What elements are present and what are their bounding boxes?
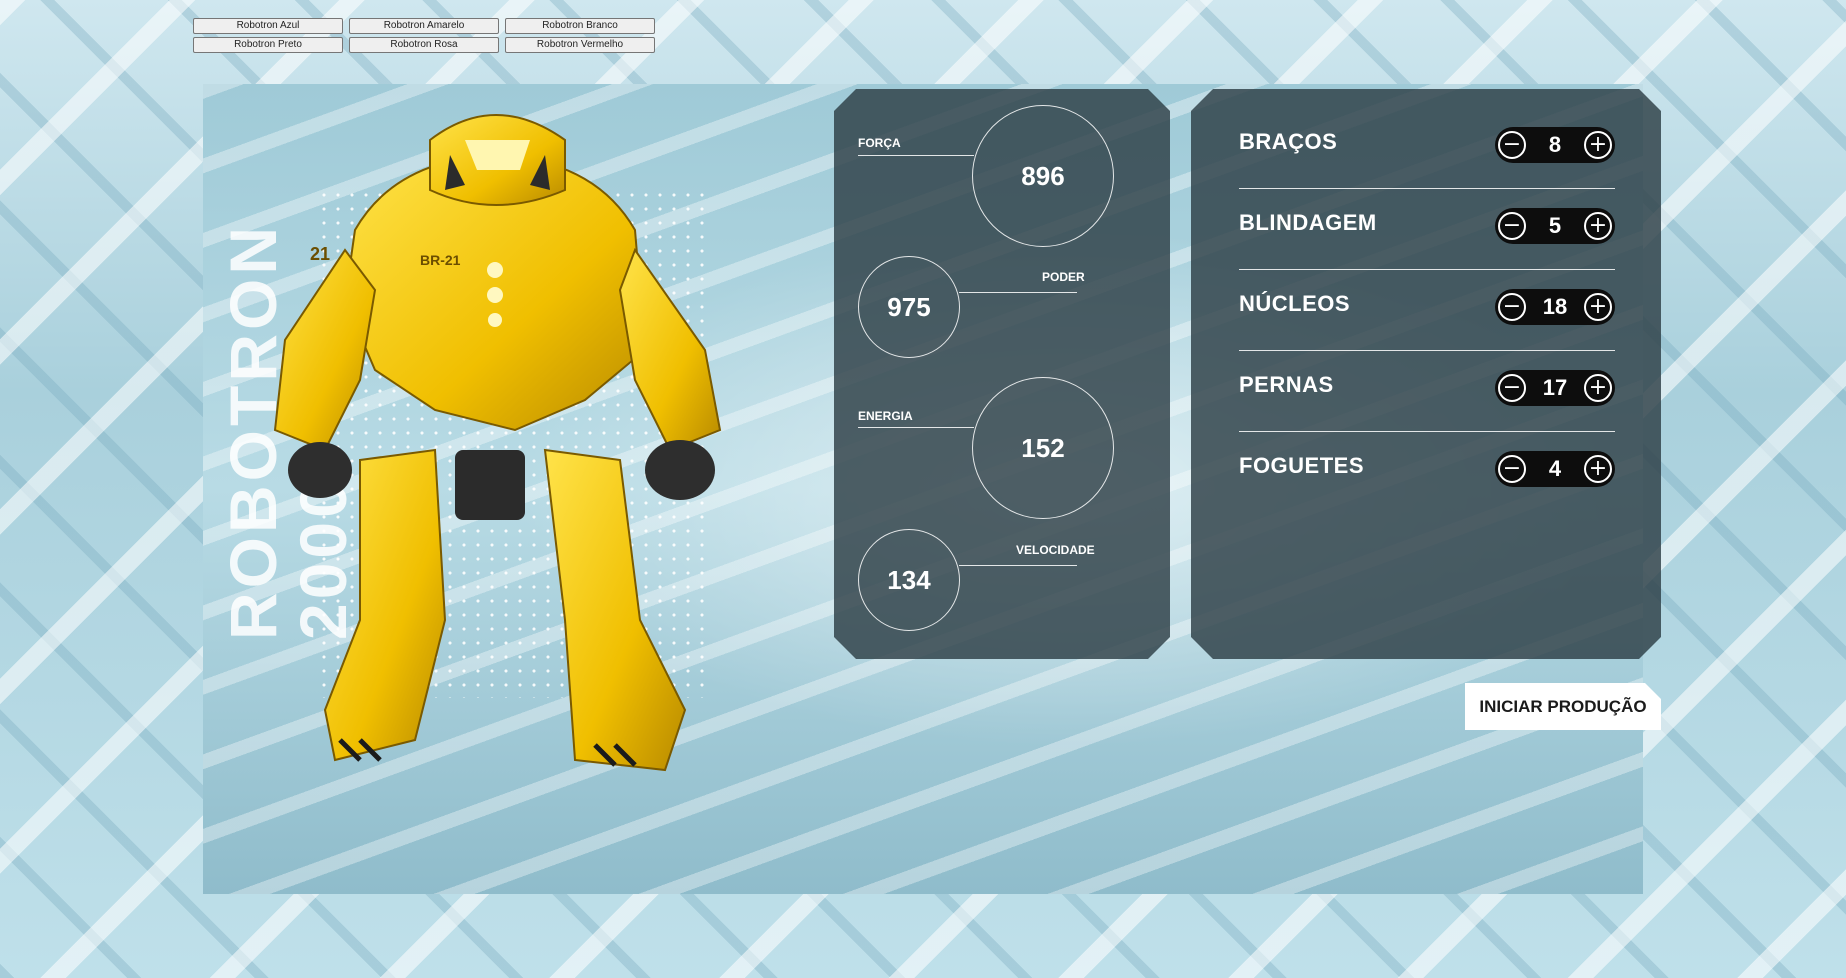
robotron-branco-button[interactable]: Robotron Branco [505,18,655,34]
minus-button[interactable]: − [1498,455,1526,483]
minus-button[interactable]: − [1498,212,1526,240]
stat-energia-circle: 152 [972,377,1114,519]
shoulder-badge: 21 [310,244,330,264]
part-row-nucleos: NÚCLEOS − 18 + [1239,269,1615,351]
part-name: NÚCLEOS [1239,291,1351,316]
stats-panel: FORÇA 896 PODER 975 ENERGIA 152 VELOCIDA… [834,89,1170,659]
part-counter: − 4 + [1495,451,1615,487]
plus-button[interactable]: + [1584,131,1612,159]
start-production-button[interactable]: INICIAR PRODUÇÃO [1465,683,1661,730]
part-row-pernas: PERNAS − 17 + [1239,350,1615,432]
stat-velocidade-label: VELOCIDADE [1016,543,1095,557]
stat-poder-circle: 975 [858,256,960,358]
stat-velocidade-circle: 134 [858,529,960,631]
stat-poder-label: PODER [1042,270,1085,284]
stat-forca-line [858,155,974,156]
stat-energia-line [858,427,974,428]
stat-forca-circle: 896 [972,105,1114,247]
part-counter: − 18 + [1495,289,1615,325]
part-count: 5 [1548,213,1562,238]
robotron-amarelo-button[interactable]: Robotron Amarelo [349,18,499,34]
stat-forca-value: 896 [1021,160,1065,191]
chest-badge: BR-21 [420,252,461,268]
plus-button[interactable]: + [1584,455,1612,483]
part-name: BRAÇOS [1239,129,1338,154]
part-count: 8 [1548,132,1562,157]
parts-panel: BRAÇOS − 8 + BLINDAGEM − 5 + NÚCLEOS − 1… [1191,89,1661,659]
stat-poder-value: 975 [887,291,931,322]
stat-forca-label: FORÇA [858,136,901,150]
part-name: PERNAS [1239,372,1334,397]
stat-velocidade-value: 134 [887,564,931,595]
part-counter: − 17 + [1495,370,1615,406]
part-name: FOGUETES [1239,453,1365,478]
stat-energia-label: ENERGIA [858,409,913,423]
robotron-preto-button[interactable]: Robotron Preto [193,37,343,53]
robotron-azul-button[interactable]: Robotron Azul [193,18,343,34]
minus-button[interactable]: − [1498,131,1526,159]
part-count: 4 [1548,456,1562,481]
part-counter: − 8 + [1495,127,1615,163]
minus-button[interactable]: − [1498,293,1526,321]
plus-button[interactable]: + [1584,374,1612,402]
plus-button[interactable]: + [1584,293,1612,321]
robot-selector: Robotron Azul Robotron Amarelo Robotron … [193,18,655,53]
minus-button[interactable]: − [1498,374,1526,402]
plus-button[interactable]: + [1584,212,1612,240]
part-row-bracos: BRAÇOS − 8 + [1239,107,1615,189]
robot-image: BR-21 21 [273,114,722,772]
part-count: 18 [1542,294,1568,319]
part-row-blindagem: BLINDAGEM − 5 + [1239,188,1615,270]
stat-velocidade-line [959,565,1077,566]
part-counter: − 5 + [1495,208,1615,244]
part-row-foguetes: FOGUETES − 4 + [1239,431,1615,512]
robotron-rosa-button[interactable]: Robotron Rosa [349,37,499,53]
part-name: BLINDAGEM [1239,210,1377,235]
robotron-vermelho-button[interactable]: Robotron Vermelho [505,37,655,53]
stat-energia-value: 152 [1021,432,1065,463]
part-count: 17 [1542,375,1568,400]
stat-poder-line [959,292,1077,293]
